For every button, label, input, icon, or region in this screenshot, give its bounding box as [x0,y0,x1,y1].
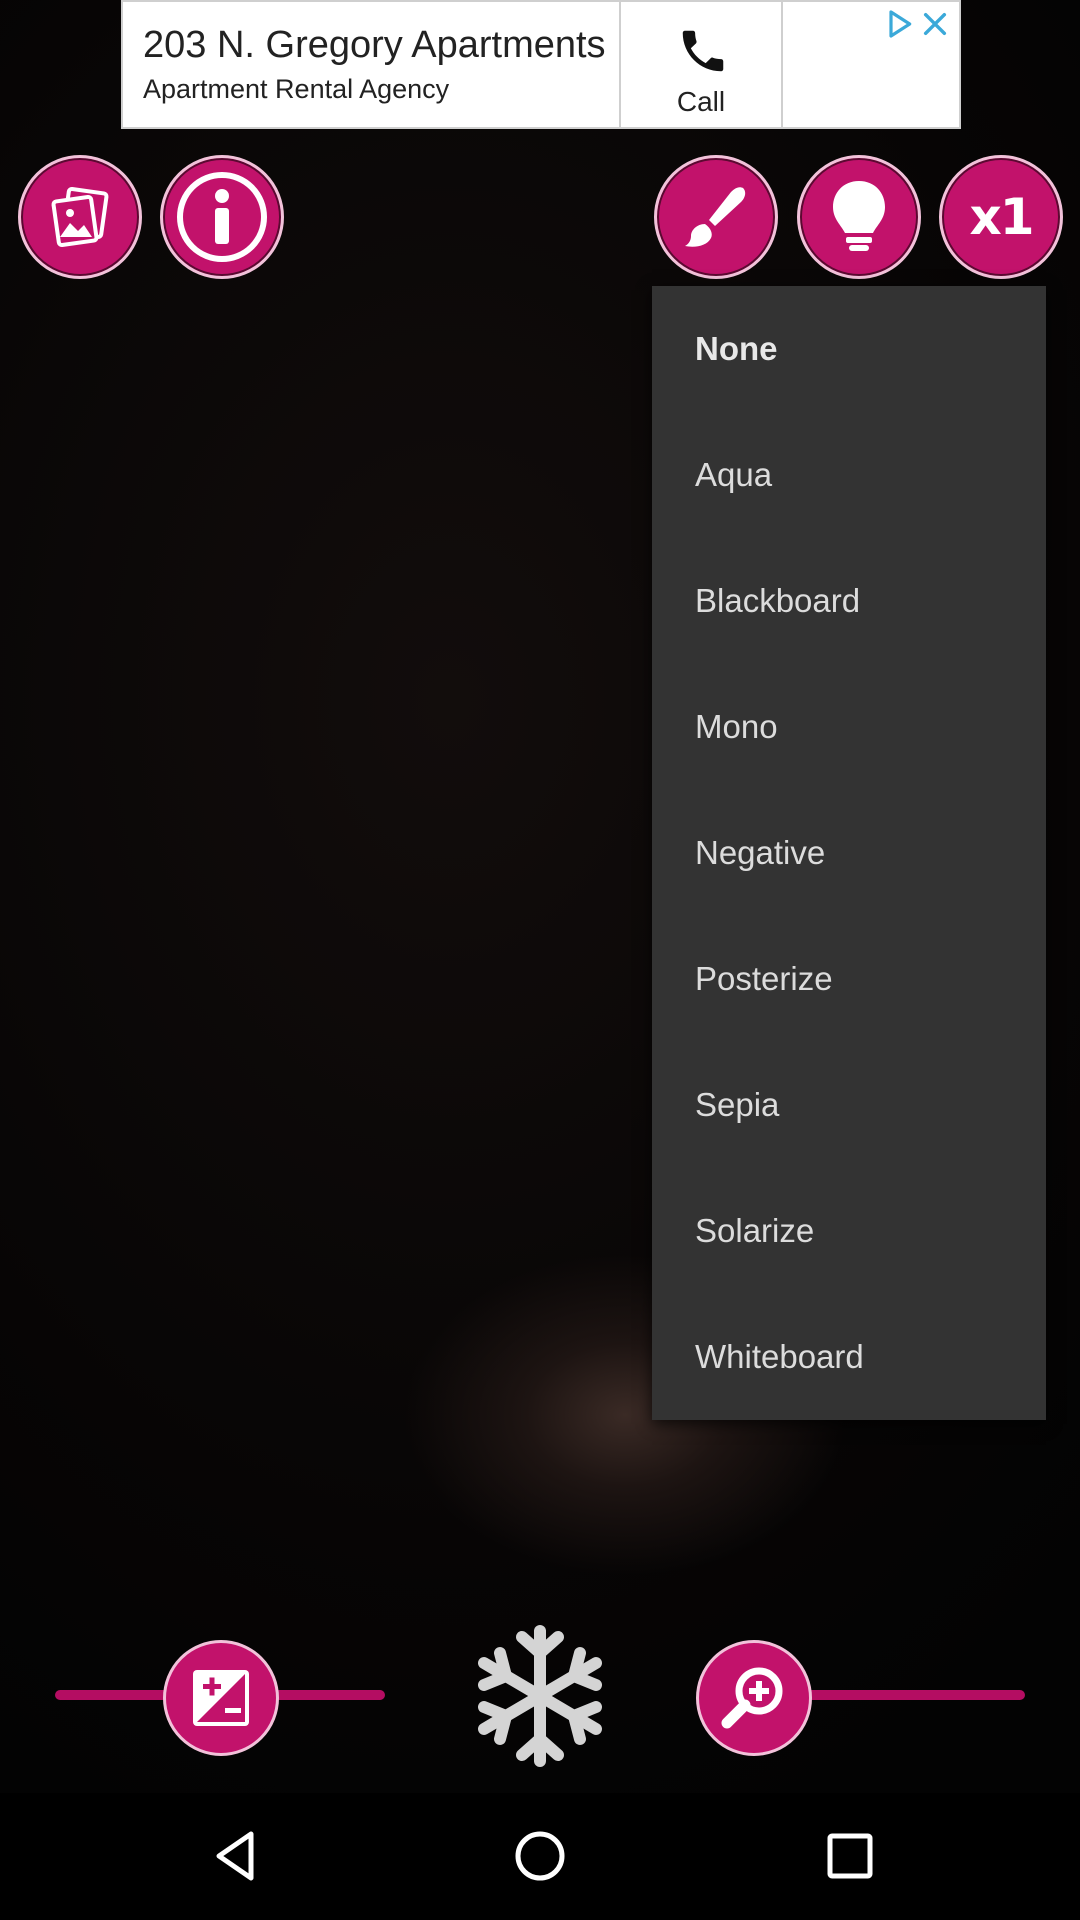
ad-call-button[interactable]: Call [619,2,783,127]
menu-item-none[interactable]: None [652,286,1046,412]
navigation-bar [0,1793,1080,1920]
snowflake-icon[interactable] [470,1623,610,1769]
zoom-level-button[interactable]: x1 [939,155,1063,279]
bulb-icon [833,181,885,251]
ad-title[interactable]: 203 N. Gregory Apartments [143,24,623,67]
flash-button[interactable] [797,155,921,279]
effects-menu: None Aqua Blackboard Mono Negative Poste… [652,286,1046,1420]
menu-item-blackboard[interactable]: Blackboard [652,538,1046,664]
brush-icon [685,187,746,247]
menu-item-whiteboard[interactable]: Whiteboard [652,1294,1046,1420]
adchoices-play-icon[interactable] [883,8,915,40]
recent-apps-icon[interactable] [820,1826,880,1886]
menu-item-posterize[interactable]: Posterize [652,916,1046,1042]
exposure-slider-knob[interactable] [163,1640,279,1756]
info-icon [177,172,267,262]
gallery-button[interactable] [18,155,142,279]
back-icon[interactable] [207,1826,267,1886]
menu-item-mono[interactable]: Mono [652,664,1046,790]
exposure-icon [193,1670,249,1726]
ad-subtitle: Apartment Rental Agency [143,74,450,104]
gallery-icon [51,186,109,248]
menu-item-sepia[interactable]: Sepia [652,1042,1046,1168]
menu-item-aqua[interactable]: Aqua [652,412,1046,538]
info-button[interactable] [160,155,284,279]
menu-item-solarize[interactable]: Solarize [652,1168,1046,1294]
zoom-slider-knob[interactable] [696,1640,812,1756]
home-icon[interactable] [514,1826,566,1886]
camera-screen: 203 N. Gregory Apartments Apartment Rent… [0,0,1080,1920]
zoom-level-label: x1 [969,188,1034,246]
close-icon[interactable] [919,8,951,40]
ad-banner[interactable]: 203 N. Gregory Apartments Apartment Rent… [121,0,961,129]
menu-item-negative[interactable]: Negative [652,790,1046,916]
phone-icon [682,30,724,72]
zoom-in-icon [721,1667,783,1729]
effects-button[interactable] [654,155,778,279]
ad-call-label: Call [676,86,726,117]
